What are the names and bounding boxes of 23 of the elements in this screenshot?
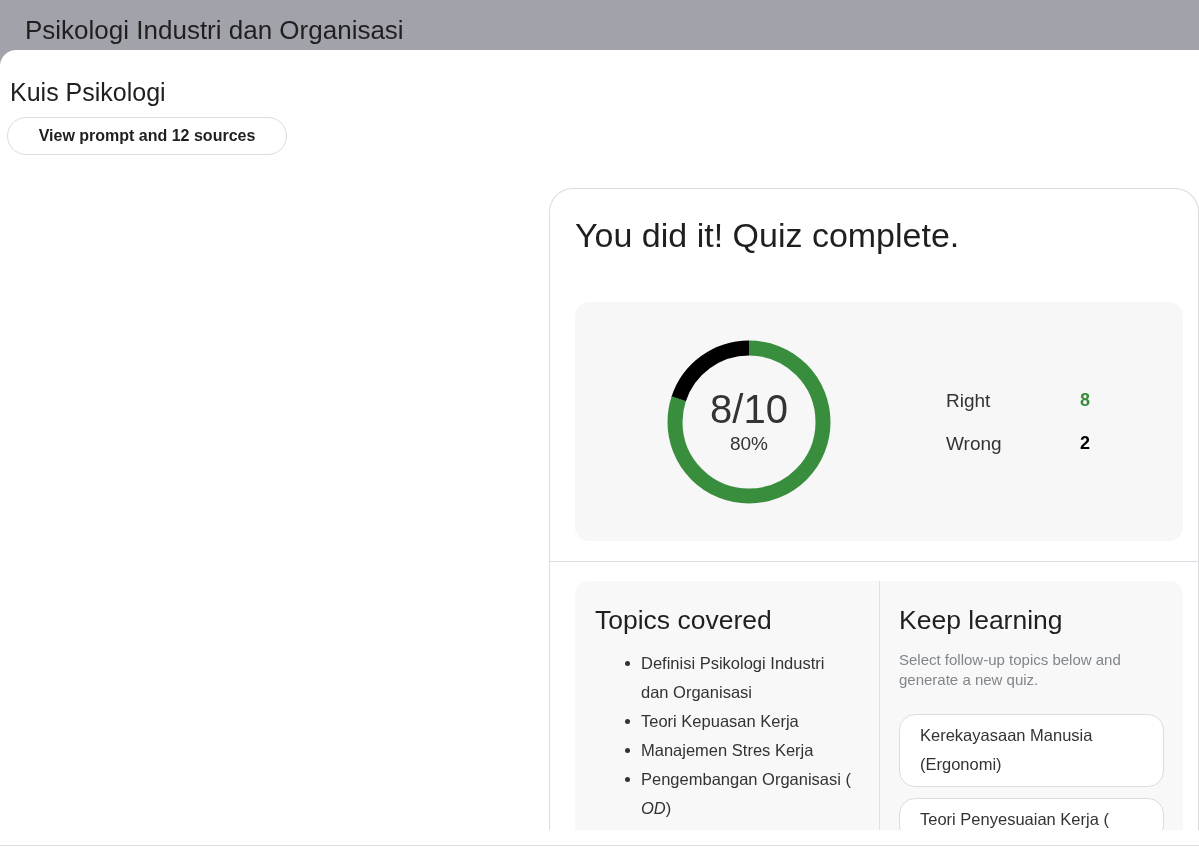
page-title: Kuis Psikologi bbox=[10, 77, 166, 107]
score-percent: 80% bbox=[730, 433, 768, 455]
topic-item: Pengembangan Organisasi ( OD) bbox=[641, 769, 853, 819]
keep-learning-description: Select follow-up topics below and generate a new quiz. bbox=[899, 650, 1122, 690]
stat-value: 2 bbox=[1080, 431, 1090, 455]
topic-item: Manajemen Stres Kerja bbox=[641, 740, 814, 761]
stat-label: Wrong bbox=[946, 431, 1002, 455]
keep-learning-heading: Keep learning bbox=[899, 605, 1063, 635]
topics-covered-heading: Topics covered bbox=[595, 605, 772, 635]
follow-up-topic-button[interactable]: Kerekayasaan Manusia (Ergonomi) bbox=[899, 714, 1164, 787]
view-sources-button[interactable]: View prompt and 12 sources bbox=[7, 117, 287, 155]
topic-item: Definisi Psikologi Industri dan Organisasi bbox=[641, 653, 826, 703]
score-fraction: 8/10 bbox=[710, 388, 788, 430]
stat-value: 8 bbox=[1080, 388, 1090, 412]
topic-item: Teori Kepuasan Kerja bbox=[641, 711, 799, 732]
notebook-title: Psikologi Industri dan Organisasi bbox=[25, 15, 404, 45]
stat-label: Right bbox=[946, 388, 991, 412]
quiz-complete-heading: You did it! Quiz complete. bbox=[575, 215, 960, 255]
bullet-icon bbox=[625, 661, 630, 666]
bullet-icon bbox=[625, 748, 630, 753]
bullet-icon bbox=[625, 777, 630, 782]
follow-up-topic-button[interactable]: Teori Penyesuaian Kerja ( bbox=[899, 798, 1164, 830]
bullet-icon bbox=[625, 719, 630, 724]
